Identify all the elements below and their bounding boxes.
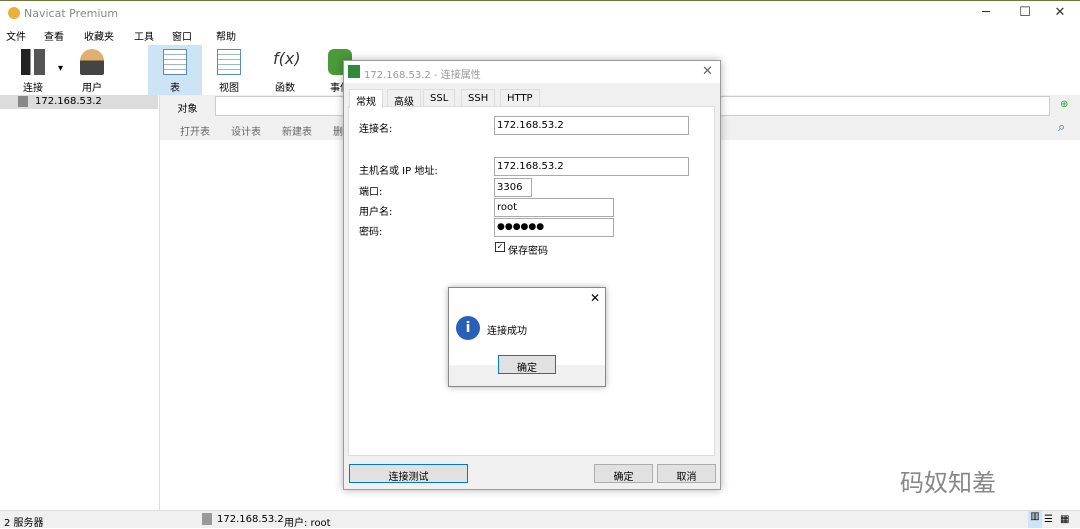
connection-tree: 172.168.53.2 [0,95,160,510]
table-button[interactable]: 表 [148,45,202,95]
menu-favorites[interactable]: 收藏夹 [84,28,114,43]
port-input[interactable]: 3306 [494,178,532,197]
ok-button[interactable]: 确定 [594,464,653,483]
dropdown-arrow-icon[interactable]: ▾ [58,63,63,74]
new-connection-icon[interactable]: ⊕ [1060,99,1068,110]
port-label: 端口: [359,187,383,198]
title-bar: Navicat Premium ─ ☐ ✕ [0,0,1080,25]
tab-ssh[interactable]: SSH [461,89,496,107]
function-button[interactable]: f(x) 函数 [258,45,312,95]
navicat-connection-icon [348,65,360,78]
password-label: 密码: [359,227,383,238]
user-button[interactable]: 用户 [65,45,119,95]
info-icon: i [456,316,480,340]
status-bar: 2 服务器 172.168.53.2 用户: root ▥ ☰ ▦ [0,510,1080,529]
maximize-button[interactable]: ☐ [1015,5,1035,20]
view-icon [217,49,241,75]
user-icon [80,49,104,75]
function-icon: f(x) [273,49,301,68]
connection-icon [202,513,212,525]
design-table-button[interactable]: 设计表 [231,123,261,138]
message-text: 连接成功 [487,326,527,337]
dialog-title: 172.168.53.2 - 连接属性 [364,70,481,81]
msgbox-close-button[interactable]: ✕ [590,291,600,305]
host-label: 主机名或 IP 地址: [359,166,438,177]
app-title: Navicat Premium [24,7,119,20]
menu-help[interactable]: 帮助 [216,28,236,43]
connection-icon [18,96,28,107]
table-icon [163,49,187,75]
save-password-checkbox[interactable]: ✓ [495,242,505,252]
tab-ssl[interactable]: SSL [423,89,456,107]
dialog-close-button[interactable]: ✕ [702,64,713,79]
save-password-label: 保存密码 [508,246,548,257]
test-connection-button[interactable]: 连接测试 [349,464,468,483]
conn-name-label: 连接名: [359,124,393,135]
status-user: 用户: root [284,518,331,529]
minimize-button[interactable]: ─ [976,5,996,20]
search-icon[interactable]: ⌕ [1058,120,1065,135]
navicat-logo-icon [8,7,20,19]
view-button[interactable]: 视图 [202,45,256,95]
password-input[interactable]: ●●●●●● [494,218,614,237]
general-panel: 连接名: 172.168.53.2 主机名或 IP 地址: 172.168.53… [348,106,715,456]
menu-file[interactable]: 文件 [6,28,26,43]
close-button[interactable]: ✕ [1050,5,1070,20]
status-connection: 172.168.53.2 [217,514,284,525]
msgbox-ok-button[interactable]: 确定 [498,355,556,374]
list-view-icon[interactable]: ☰ [1044,514,1053,525]
tab-general[interactable]: 常规 [349,89,383,108]
open-table-button[interactable]: 打开表 [180,123,210,138]
message-box: ✕ i 连接成功 确定 [448,287,606,387]
menu-view[interactable]: 查看 [44,28,64,43]
cancel-button[interactable]: 取消 [657,464,716,483]
menu-window[interactable]: 窗口 [172,28,192,43]
server-count: 2 服务器 [4,518,44,529]
grid-view-icon[interactable]: ▥ [1028,511,1042,528]
tab-objects[interactable]: 对象 [160,95,215,117]
user-label: 用户名: [359,207,393,218]
conn-name-input[interactable]: 172.168.53.2 [494,116,689,135]
user-input[interactable]: root [494,198,614,217]
plug-icon [21,49,45,75]
host-input[interactable]: 172.168.53.2 [494,157,689,176]
connection-properties-dialog: 172.168.53.2 - 连接属性 ✕ 常规 高级 SSL SSH HTTP… [343,60,721,490]
watermark: 码奴知羞 [900,469,996,497]
tab-http[interactable]: HTTP [500,89,540,107]
tab-advanced[interactable]: 高级 [387,89,421,108]
tree-item-connection[interactable]: 172.168.53.2 [0,95,158,109]
menu-tools[interactable]: 工具 [134,28,154,43]
detail-view-icon[interactable]: ▦ [1060,514,1069,525]
connect-button[interactable]: 连接 [6,45,60,95]
new-table-button[interactable]: 新建表 [282,123,312,138]
menu-bar: 文件 查看 收藏夹 工具 窗口 帮助 [0,25,1080,45]
